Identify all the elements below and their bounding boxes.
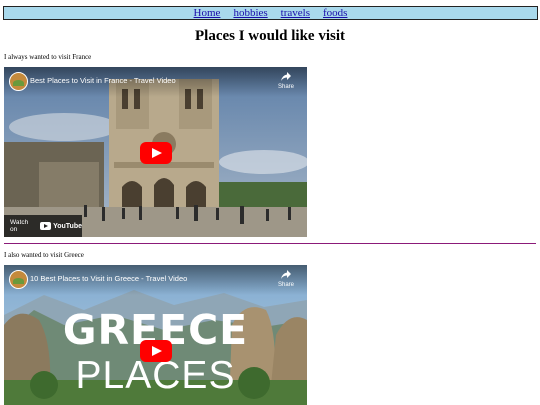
greece-video-embed[interactable]: 10 Best Places to Visit in Greece - Trav… bbox=[4, 265, 307, 405]
top-nav: Home hobbies travels foods bbox=[3, 6, 538, 20]
greece-caption: I also wanted to visit Greece bbox=[4, 251, 84, 259]
share-button[interactable]: Share bbox=[275, 270, 297, 289]
share-icon bbox=[281, 270, 291, 279]
france-caption: I always wanted to visit France bbox=[4, 53, 92, 61]
france-video-embed[interactable]: Best Places to Visit in France - Travel … bbox=[4, 67, 307, 237]
play-button[interactable] bbox=[140, 340, 172, 362]
page-title: Places I would like visit bbox=[194, 28, 345, 44]
channel-avatar[interactable] bbox=[9, 270, 28, 289]
youtube-wordmark: YouTube bbox=[53, 222, 82, 230]
video-title[interactable]: Best Places to Visit in France - Travel … bbox=[30, 76, 176, 85]
nav-link-home[interactable]: Home bbox=[194, 7, 221, 19]
play-button[interactable] bbox=[140, 142, 172, 164]
nav-link-travels[interactable]: travels bbox=[281, 7, 310, 19]
video-title[interactable]: 10 Best Places to Visit in Greece - Trav… bbox=[30, 274, 187, 283]
youtube-play-icon bbox=[40, 222, 52, 230]
section-divider bbox=[4, 243, 536, 244]
youtube-logo: YouTube bbox=[40, 222, 82, 230]
share-label: Share bbox=[277, 84, 294, 90]
watch-on-youtube-button[interactable]: Watch on YouTube bbox=[4, 215, 82, 237]
watch-on-label: Watch on bbox=[10, 219, 29, 233]
share-icon bbox=[281, 72, 291, 81]
channel-avatar[interactable] bbox=[9, 72, 28, 91]
share-label: Share bbox=[277, 282, 294, 288]
share-button[interactable]: Share bbox=[275, 72, 297, 91]
nav-link-foods[interactable]: foods bbox=[323, 7, 347, 19]
nav-link-hobbies[interactable]: hobbies bbox=[233, 7, 267, 19]
